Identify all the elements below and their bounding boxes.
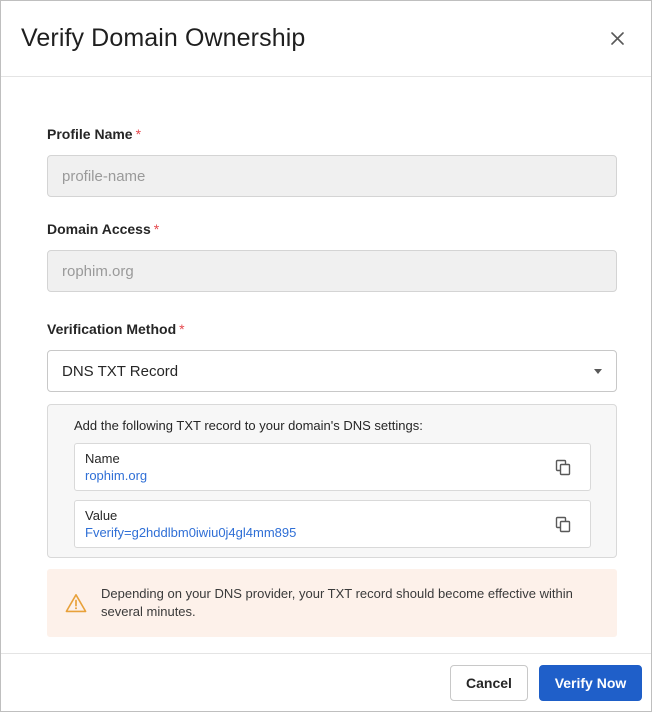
- dialog-title: Verify Domain Ownership: [21, 24, 306, 52]
- profile-name-input[interactable]: profile-name: [47, 155, 617, 197]
- chevron-down-icon: [594, 368, 602, 374]
- verification-method-value: DNS TXT Record: [62, 362, 179, 380]
- warning-icon: [65, 594, 87, 613]
- cancel-button[interactable]: Cancel: [450, 664, 528, 701]
- required-mark: *: [135, 126, 142, 142]
- record-value-value: Fverify=g2hddlbm0iwiu0j4gl4mm895: [85, 525, 297, 540]
- notice-text: Depending on your DNS provider, your TXT…: [101, 586, 573, 619]
- profile-name-label: Profile Name *: [47, 126, 142, 142]
- dns-propagation-notice: Depending on your DNS provider, your TXT…: [47, 569, 617, 637]
- copy-name-button[interactable]: [554, 458, 572, 476]
- domain-access-value: rophim.org: [62, 262, 134, 280]
- verify-now-button[interactable]: Verify Now: [539, 664, 642, 701]
- txt-record-instructions: Add the following TXT record to your dom…: [74, 418, 423, 433]
- record-name-row: Name rophim.org: [74, 443, 591, 491]
- domain-access-label: Domain Access *: [47, 221, 160, 237]
- copy-value-button[interactable]: [554, 515, 572, 533]
- record-value-key: Value: [85, 508, 118, 523]
- txt-record-panel: Add the following TXT record to your dom…: [47, 404, 617, 558]
- required-mark: *: [179, 321, 185, 337]
- verification-method-label: Verification Method *: [47, 321, 185, 337]
- close-icon: [610, 32, 624, 45]
- record-value-row: Value Fverify=g2hddlbm0iwiu0j4gl4mm895: [74, 500, 591, 548]
- copy-icon: [555, 516, 571, 532]
- dialog-footer: Cancel Verify Now: [1, 653, 651, 711]
- verify-domain-dialog: Verify Domain Ownership Profile Name * pr…: [0, 0, 652, 712]
- record-name-key: Name: [85, 451, 120, 466]
- record-name-value: rophim.org: [85, 468, 148, 483]
- verification-method-select[interactable]: DNS TXT Record: [47, 350, 617, 392]
- dialog-body: Profile Name * profile-name Domain Access…: [1, 125, 651, 637]
- required-mark: *: [153, 221, 160, 237]
- domain-access-input[interactable]: rophim.org: [47, 250, 617, 292]
- profile-name-placeholder: profile-name: [62, 167, 146, 185]
- dialog-header: Verify Domain Ownership: [1, 1, 651, 77]
- close-button[interactable]: [603, 25, 631, 53]
- copy-icon: [555, 459, 571, 475]
